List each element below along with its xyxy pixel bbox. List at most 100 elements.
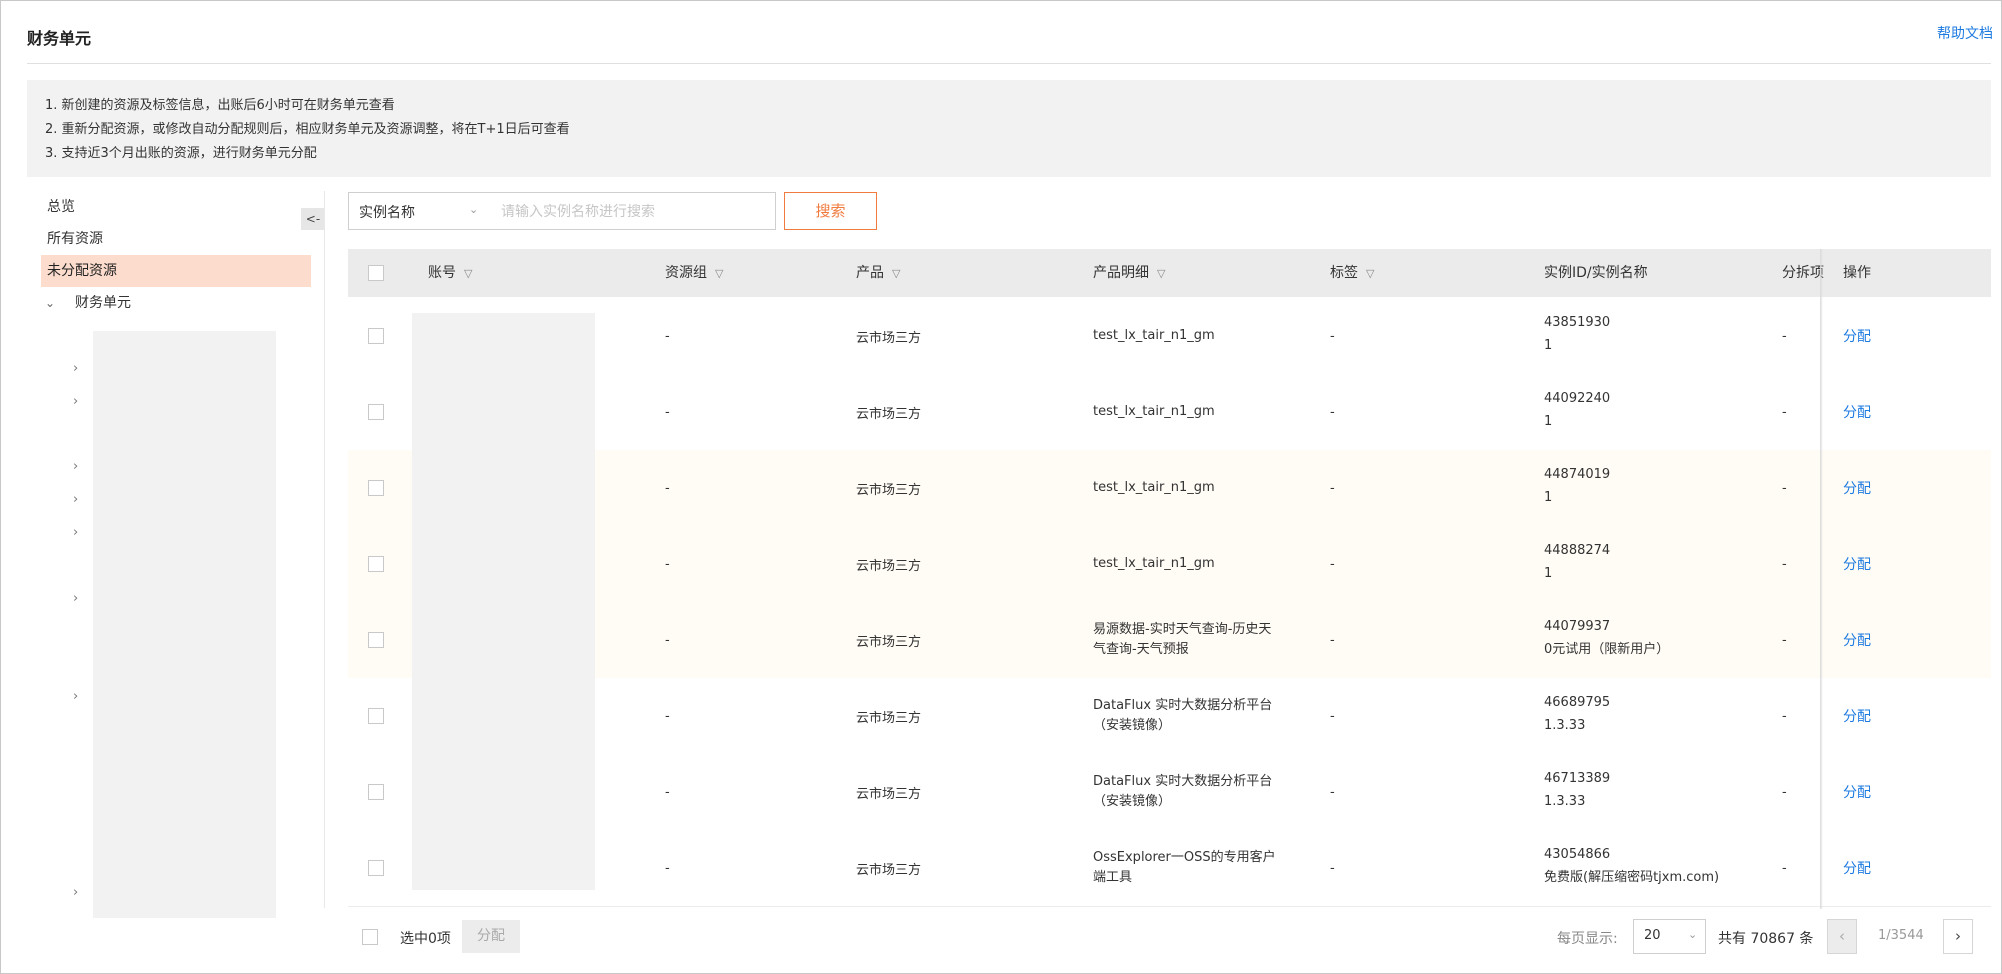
resource-group-cell-text: -: [665, 784, 670, 800]
chevron-down-icon[interactable]: ⌄: [1688, 928, 1697, 941]
product-cell: 云市场三方: [856, 526, 921, 602]
column-header-tag[interactable]: 标签 ▽: [1330, 249, 1374, 297]
batch-assign-button[interactable]: 分配: [462, 920, 520, 953]
assign-link-text[interactable]: 分配: [1843, 858, 1871, 878]
product-cell-text: 云市场三方: [856, 330, 922, 346]
chevron-right-icon[interactable]: ›: [73, 459, 78, 474]
sidebar: 总览 所有资源 未分配资源 ⌄ 财务单元 › › › › › › › ›: [41, 191, 311, 918]
resource-group-cell-text: -: [665, 632, 670, 648]
instance-name: 1: [1544, 414, 1553, 429]
product-detail-cell: DataFlux 实时大数据分析平台 （安装镜像）: [1093, 678, 1298, 754]
product-cell-text: 云市场三方: [856, 406, 922, 422]
instance-name: 1: [1544, 566, 1553, 581]
chevron-down-icon[interactable]: ⌄: [45, 287, 55, 319]
instance-cell: 44079937 0元试用（限新用户）: [1544, 617, 1669, 660]
sidebar-tree-root[interactable]: ⌄ 财务单元: [41, 287, 311, 319]
assign-link-text[interactable]: 分配: [1843, 326, 1871, 346]
chevron-down-icon[interactable]: ⌄: [469, 203, 478, 216]
page-title: 财务单元: [27, 29, 92, 48]
row-checkbox[interactable]: [368, 860, 384, 876]
column-header-instance: 实例ID/实例名称: [1544, 265, 1648, 281]
split-cell-text: -: [1782, 404, 1787, 420]
prev-page-button[interactable]: ‹: [1827, 919, 1857, 954]
notice-panel: 1. 新创建的资源及标签信息，出账后6小时可在财务单元查看 2. 重新分配资源，…: [27, 80, 1991, 177]
row-checkbox[interactable]: [368, 632, 384, 648]
assign-link-text[interactable]: 分配: [1843, 782, 1871, 802]
filter-icon[interactable]: ▽: [464, 267, 472, 280]
resource-group-cell: -: [665, 298, 670, 374]
assign-link-text[interactable]: 分配: [1843, 478, 1871, 498]
assign-link-text[interactable]: 分配: [1843, 706, 1871, 726]
instance-name: 1: [1544, 490, 1553, 505]
assign-link[interactable]: 分配: [1843, 678, 1871, 754]
product-cell-text: 云市场三方: [856, 786, 922, 802]
filter-icon[interactable]: ▽: [1366, 267, 1374, 280]
resource-group-cell-text: -: [665, 860, 670, 876]
chevron-right-icon[interactable]: ›: [73, 885, 78, 900]
sidebar-divider: [324, 191, 325, 908]
row-checkbox[interactable]: [368, 784, 384, 800]
column-label: 标签: [1330, 265, 1358, 281]
assign-link-text[interactable]: 分配: [1843, 402, 1871, 422]
search-button[interactable]: 搜索: [784, 192, 877, 230]
assign-link[interactable]: 分配: [1843, 526, 1871, 602]
chevron-right-icon[interactable]: ›: [73, 394, 78, 409]
split-cell: -: [1782, 374, 1787, 450]
resource-group-cell: -: [665, 754, 670, 830]
resource-group-cell-text: -: [665, 480, 670, 496]
instance-name: 1.3.33: [1544, 718, 1586, 733]
assign-link-text[interactable]: 分配: [1843, 554, 1871, 574]
assign-link[interactable]: 分配: [1843, 450, 1871, 526]
row-checkbox[interactable]: [368, 404, 384, 420]
assign-link[interactable]: 分配: [1843, 298, 1871, 374]
row-checkbox[interactable]: [368, 328, 384, 344]
tag-cell: -: [1330, 754, 1335, 830]
instance-id: 44079937: [1544, 619, 1611, 634]
product-detail-text: test_lx_tair_n1_gm: [1093, 480, 1215, 495]
per-page-value: 20: [1644, 928, 1661, 943]
sidebar-item-overview[interactable]: 总览: [41, 191, 311, 223]
instance-id: 43054866: [1544, 847, 1611, 862]
help-docs-link[interactable]: 帮助文档: [1937, 23, 1993, 43]
filter-icon[interactable]: ▽: [1157, 267, 1165, 280]
product-detail-cell: DataFlux 实时大数据分析平台 （安装镜像）: [1093, 754, 1298, 830]
next-page-button[interactable]: ›: [1943, 919, 1973, 954]
column-header-product-detail[interactable]: 产品明细 ▽: [1093, 249, 1165, 297]
search-input[interactable]: [499, 199, 773, 225]
assign-link-text[interactable]: 分配: [1843, 630, 1871, 650]
column-header-product[interactable]: 产品 ▽: [856, 249, 900, 297]
resource-group-cell: -: [665, 526, 670, 602]
resource-group-cell-text: -: [665, 556, 670, 572]
assign-link[interactable]: 分配: [1843, 754, 1871, 830]
tag-cell: -: [1330, 602, 1335, 678]
chevron-right-icon[interactable]: ›: [73, 492, 78, 507]
assign-link[interactable]: 分配: [1843, 830, 1871, 906]
filter-icon[interactable]: ▽: [715, 267, 723, 280]
row-checkbox[interactable]: [368, 556, 384, 572]
tree-root-label: 财务单元: [75, 295, 131, 311]
chevron-right-icon[interactable]: ›: [73, 525, 78, 540]
split-cell-text: -: [1782, 632, 1787, 648]
instance-cell: 44874019 1: [1544, 465, 1610, 508]
sidebar-item-unassigned[interactable]: 未分配资源: [41, 255, 311, 287]
assign-link[interactable]: 分配: [1843, 602, 1871, 678]
sidebar-item-all-resources[interactable]: 所有资源: [41, 223, 311, 255]
per-page-select[interactable]: 20 ⌄: [1633, 919, 1706, 954]
product-cell: 云市场三方: [856, 678, 921, 754]
chevron-right-icon[interactable]: ›: [73, 689, 78, 704]
filter-icon[interactable]: ▽: [892, 267, 900, 280]
column-header-resource-group[interactable]: 资源组 ▽: [665, 249, 723, 297]
chevron-right-icon[interactable]: ›: [73, 591, 78, 606]
chevron-right-icon[interactable]: ›: [73, 361, 78, 376]
collapse-sidebar-button[interactable]: <-: [301, 208, 325, 230]
row-checkbox[interactable]: [368, 708, 384, 724]
search-field-select[interactable]: 实例名称: [359, 202, 415, 222]
product-detail-cell: 易源数据-实时天气查询-历史天 气查询-天气预报: [1093, 602, 1298, 678]
select-all-checkbox[interactable]: [368, 265, 384, 281]
row-checkbox[interactable]: [368, 480, 384, 496]
assign-link[interactable]: 分配: [1843, 374, 1871, 450]
footer-select-all-checkbox[interactable]: [362, 929, 378, 945]
tag-cell-text: -: [1330, 632, 1335, 648]
column-header-account[interactable]: 账号 ▽: [428, 249, 472, 297]
resource-group-cell: -: [665, 678, 670, 754]
